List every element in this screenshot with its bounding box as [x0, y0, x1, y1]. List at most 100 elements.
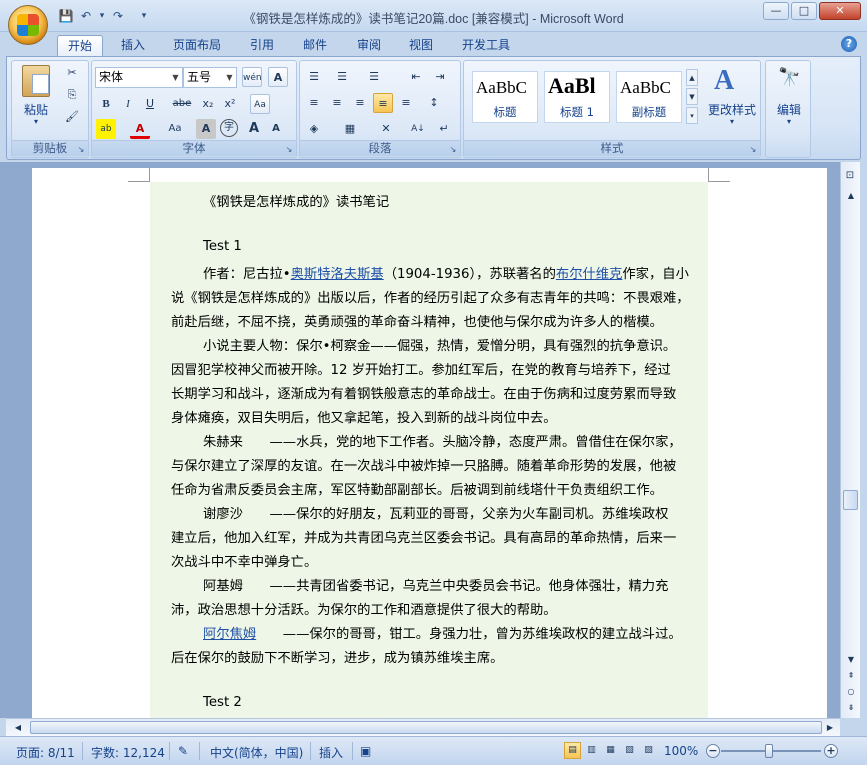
paste-dropdown-icon[interactable]: ▾ [18, 117, 54, 126]
shrink-font-button[interactable]: A [266, 119, 286, 139]
find-binoculars-icon[interactable]: 🔭 [778, 67, 800, 88]
page-count[interactable]: 页面: 8/11 [16, 744, 75, 761]
view-ruler-icon[interactable]: ⊡ [842, 168, 858, 184]
horizontal-scrollbar[interactable]: ◀ ▶ [6, 718, 840, 736]
macro-record-icon[interactable]: ▣ [360, 744, 371, 758]
decrease-indent-button[interactable]: ⇤ [406, 67, 426, 87]
italic-button[interactable]: I [118, 94, 138, 114]
show-marks-button[interactable]: ↵ [434, 119, 454, 139]
scroll-right-icon[interactable]: ▶ [822, 720, 838, 736]
style-heading-1[interactable]: AaBl 标题 1 [544, 71, 610, 123]
font-color-button[interactable]: A [130, 119, 150, 139]
tab-review[interactable]: 审阅 [347, 35, 391, 56]
bullets-button[interactable]: ☰ [304, 67, 324, 87]
outline-view-icon[interactable]: ▧ [621, 742, 638, 759]
underline-button[interactable]: U [140, 94, 160, 114]
paste-button[interactable]: 粘贴 [18, 101, 54, 118]
editing-button[interactable]: 编辑 [766, 101, 812, 118]
paste-icon[interactable] [22, 65, 50, 97]
align-left-button[interactable]: ≡ [304, 93, 324, 113]
borders-button[interactable]: ▦ [340, 119, 360, 139]
language-indicator[interactable]: 中文(简体，中国) [210, 744, 303, 761]
horizontal-scroll-thumb[interactable] [30, 721, 822, 734]
previous-page-icon[interactable]: ⇞ [843, 668, 859, 684]
shading-button[interactable]: ◈ [304, 119, 324, 139]
strikethrough-button[interactable]: abe [172, 94, 192, 114]
document-area[interactable]: 《钢铁是怎样炼成的》读书笔记 Test 1 作者：尼古拉•奥斯特洛夫斯基（190… [0, 162, 840, 718]
change-case-button[interactable]: Aa [162, 119, 188, 139]
tab-page-layout[interactable]: 页面布局 [163, 35, 231, 56]
scroll-down-icon[interactable]: ▼ [843, 652, 859, 668]
format-painter-icon[interactable]: 🖌 [62, 107, 82, 127]
justify-button[interactable]: ≡ [373, 93, 393, 113]
cut-icon[interactable]: ✂ [62, 63, 82, 83]
character-border-button[interactable]: A [268, 67, 288, 87]
next-page-icon[interactable]: ⇟ [843, 700, 859, 716]
multilevel-list-button[interactable]: ☰ [364, 67, 384, 87]
paragraph-launcher-icon[interactable]: ↘ [448, 145, 458, 155]
bolshevik-link[interactable]: 布尔什维克 [556, 267, 622, 282]
asian-layout-button[interactable]: ✕ [376, 119, 396, 139]
styles-more-icon[interactable]: ▾ [686, 107, 698, 124]
character-shading-button[interactable]: A [196, 119, 216, 139]
grow-font-button[interactable]: A [244, 119, 264, 139]
style-title[interactable]: AaBbC 标题 [472, 71, 538, 123]
bold-button[interactable]: B [96, 94, 116, 114]
style-subtitle[interactable]: AaBbC 副标题 [616, 71, 682, 123]
scroll-left-icon[interactable]: ◀ [10, 720, 26, 736]
tab-insert[interactable]: 插入 [111, 35, 155, 56]
align-right-button[interactable]: ≡ [350, 93, 370, 113]
increase-indent-button[interactable]: ⇥ [430, 67, 450, 87]
word-count[interactable]: 字数: 12,124 [91, 744, 165, 761]
zoom-level[interactable]: 100% [664, 744, 698, 758]
line-spacing-button[interactable]: ↕ [424, 93, 444, 113]
author-link[interactable]: 奥斯特洛夫斯基 [291, 267, 384, 282]
enclose-characters-button[interactable]: 字 [220, 119, 238, 137]
tab-mailings[interactable]: 邮件 [293, 35, 337, 56]
styles-scroll-down-icon[interactable]: ▼ [686, 88, 698, 105]
tab-home[interactable]: 开始 [57, 35, 104, 56]
font-name-select[interactable]: 宋体 ▼ [95, 67, 183, 88]
vertical-scroll-thumb[interactable] [843, 490, 858, 510]
artyom-link[interactable]: 阿尔焦姆 [203, 627, 256, 642]
tab-developer[interactable]: 开发工具 [452, 35, 520, 56]
select-browse-object-icon[interactable]: ○ [843, 684, 859, 700]
superscript-button[interactable]: x² [220, 94, 240, 114]
distributed-button[interactable]: ≡ [396, 93, 416, 113]
minimize-button[interactable]: — [763, 2, 789, 20]
clipboard-launcher-icon[interactable]: ↘ [76, 145, 86, 155]
scroll-up-icon[interactable]: ▲ [843, 188, 859, 204]
full-screen-reading-view-icon[interactable]: ▥ [583, 742, 600, 759]
help-icon[interactable]: ? [841, 36, 857, 52]
numbering-button[interactable]: ☰ [332, 67, 352, 87]
tab-view[interactable]: 视图 [399, 35, 443, 56]
styles-launcher-icon[interactable]: ↘ [748, 145, 758, 155]
tab-references[interactable]: 引用 [240, 35, 284, 56]
clear-formatting-button[interactable]: Aa [250, 94, 270, 114]
phonetic-guide-button[interactable]: wén [242, 67, 262, 87]
sort-button[interactable]: A↓ [408, 119, 428, 139]
font-size-select[interactable]: 五号 ▼ [183, 67, 237, 88]
copy-icon[interactable]: ⎘ [62, 85, 82, 105]
change-styles-icon[interactable]: A [714, 65, 734, 97]
zoom-out-button[interactable]: − [706, 744, 720, 758]
styles-scroll-up-icon[interactable]: ▲ [686, 69, 698, 86]
editing-dropdown-icon[interactable]: ▾ [766, 117, 812, 126]
proofing-icon[interactable]: ✎ [178, 744, 188, 758]
zoom-in-button[interactable]: + [824, 744, 838, 758]
close-button[interactable]: ✕ [819, 2, 861, 20]
maximize-button[interactable]: □ [791, 2, 817, 20]
center-button[interactable]: ≡ [327, 93, 347, 113]
insert-mode[interactable]: 插入 [319, 744, 343, 761]
vertical-scrollbar[interactable]: ▲ ▼ ⇞ ○ ⇟ [840, 162, 860, 718]
draft-view-icon[interactable]: ▨ [640, 742, 657, 759]
highlight-button[interactable]: ab [96, 119, 116, 139]
print-layout-view-icon[interactable]: ▤ [564, 742, 581, 759]
web-layout-view-icon[interactable]: ▦ [602, 742, 619, 759]
font-launcher-icon[interactable]: ↘ [284, 145, 294, 155]
subscript-button[interactable]: x₂ [198, 94, 218, 114]
zoom-slider-thumb[interactable] [765, 744, 773, 758]
change-styles-dropdown-icon[interactable]: ▾ [704, 117, 760, 126]
change-styles-button[interactable]: 更改样式 [704, 101, 760, 118]
office-button[interactable] [8, 5, 48, 45]
